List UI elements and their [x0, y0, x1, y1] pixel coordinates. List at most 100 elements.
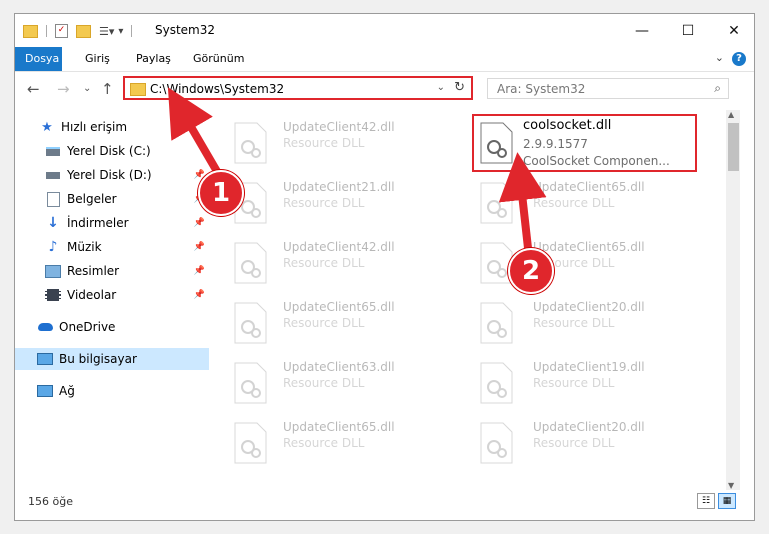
list-item[interactable]: UpdateClient65.dll Resource DLL — [471, 236, 701, 292]
scroll-up-icon[interactable]: ▲ — [728, 110, 734, 119]
file-name: UpdateClient65.dll — [533, 240, 645, 254]
customize-icon[interactable]: ☰▾ — [99, 25, 114, 38]
file-highlight-box — [472, 114, 697, 172]
pin-icon[interactable]: 📌 — [194, 266, 205, 276]
list-item[interactable]: UpdateClient20.dll Resource DLL — [471, 416, 701, 472]
sidebar-item-disk-d[interactable]: Yerel Disk (D:) 📌 — [15, 164, 209, 186]
pin-icon[interactable]: 📌 — [194, 242, 205, 252]
chevron-down-icon[interactable]: ⌄ — [715, 51, 724, 64]
file-name: UpdateClient42.dll — [283, 240, 395, 254]
file-name: UpdateClient19.dll — [533, 360, 645, 374]
search-placeholder: Ara: System32 — [497, 82, 586, 96]
file-name: UpdateClient65.dll — [283, 420, 395, 434]
sidebar-item-quick-access[interactable]: ★ Hızlı erişim — [15, 116, 209, 138]
list-item[interactable]: UpdateClient42.dll Resource DLL — [219, 236, 449, 292]
documents-icon — [45, 191, 61, 207]
dll-file-icon — [233, 122, 267, 164]
address-bar[interactable]: C:\Windows\System32 ⌄ ↻ — [123, 76, 473, 100]
explorer-window: ✓ ☰▾ ▾ System32 — ☐ ✕ Dosya Giriş Paylaş… — [14, 13, 755, 521]
sidebar-item-label: Resimler — [67, 264, 120, 278]
sidebar-item-bu-bilgisayar[interactable]: Bu bilgisayar — [15, 348, 209, 370]
sidebar-item-belgeler[interactable]: Belgeler 📌 — [15, 188, 209, 210]
sidebar-item-label: Ağ — [59, 384, 75, 398]
file-name: UpdateClient65.dll — [283, 300, 395, 314]
file-type: Resource DLL — [283, 436, 365, 450]
sidebar-item-onedrive[interactable]: OneDrive — [15, 316, 209, 338]
sidebar-item-label: Belgeler — [67, 192, 117, 206]
dll-file-icon — [479, 242, 513, 284]
file-type: Resource DLL — [283, 196, 365, 210]
separator — [46, 25, 47, 37]
tiles-view-icon[interactable]: ▦ — [718, 493, 736, 509]
navigation-bar: ← → ⌄ ↑ C:\Windows\System32 ⌄ ↻ Ara: Sys… — [15, 72, 754, 108]
forward-arrow-icon[interactable]: → — [57, 80, 70, 98]
file-name: UpdateClient20.dll — [533, 300, 645, 314]
quick-access-toolbar: ✓ ☰▾ ▾ — [23, 23, 133, 39]
sidebar-item-videolar[interactable]: Videolar 📌 — [15, 284, 209, 306]
drive-icon — [45, 144, 61, 158]
tab-giris[interactable]: Giriş — [75, 47, 120, 71]
drive-icon — [45, 168, 61, 182]
file-type: Resource DLL — [283, 256, 365, 270]
video-icon — [45, 288, 61, 302]
maximize-button[interactable]: ☐ — [665, 14, 711, 47]
separator — [131, 25, 133, 37]
tab-gorunum[interactable]: Görünüm — [183, 47, 254, 71]
up-arrow-icon[interactable]: ↑ — [101, 80, 114, 98]
file-type: Resource DLL — [533, 376, 615, 390]
back-arrow-icon[interactable]: ← — [27, 80, 40, 98]
ribbon: Dosya Giriş Paylaş Görünüm ⌄ ? — [15, 47, 754, 72]
sidebar-item-label: OneDrive — [59, 320, 116, 334]
tab-dosya[interactable]: Dosya — [15, 47, 62, 71]
new-folder-icon[interactable] — [76, 24, 91, 38]
refresh-icon[interactable]: ↻ — [454, 80, 465, 95]
sidebar-item-muzik[interactable]: ♪ Müzik 📌 — [15, 236, 209, 258]
recent-locations-icon[interactable]: ⌄ — [83, 83, 91, 94]
minimize-button[interactable]: — — [619, 14, 665, 47]
sidebar-item-label: Yerel Disk (D:) — [67, 168, 152, 182]
dll-file-icon — [479, 362, 513, 404]
folder-icon — [23, 24, 38, 38]
chevron-down-icon[interactable]: ▾ — [118, 26, 123, 37]
file-name: UpdateClient42.dll — [283, 120, 395, 134]
scroll-thumb[interactable] — [728, 123, 739, 171]
properties-icon[interactable]: ✓ — [55, 24, 68, 38]
sidebar-item-label: Müzik — [67, 240, 102, 254]
search-box[interactable]: Ara: System32 ⌕ — [487, 78, 729, 99]
list-item[interactable]: UpdateClient65.dll Resource DLL — [219, 296, 449, 352]
status-bar: 156 öğe ☷ ▦ — [15, 490, 754, 520]
list-item[interactable]: UpdateClient21.dll Resource DLL — [219, 176, 449, 232]
help-button[interactable]: ? — [732, 52, 746, 66]
item-count: 156 öğe — [28, 495, 73, 508]
sidebar-item-label: Bu bilgisayar — [59, 352, 137, 366]
dll-file-icon — [233, 302, 267, 344]
list-item[interactable]: UpdateClient65.dll Resource DLL — [219, 416, 449, 472]
sidebar-item-resimler[interactable]: Resimler 📌 — [15, 260, 209, 282]
list-item[interactable]: UpdateClient63.dll Resource DLL — [219, 356, 449, 412]
list-item[interactable]: UpdateClient65.dll Resource DLL — [471, 176, 701, 232]
sidebar-item-ag[interactable]: Ağ — [15, 380, 209, 402]
sidebar-item-disk-c[interactable]: Yerel Disk (C:) — [15, 140, 209, 162]
sidebar-item-label: Videolar — [67, 288, 117, 302]
dll-file-icon — [479, 422, 513, 464]
chevron-down-icon[interactable]: ⌄ — [437, 82, 445, 93]
cloud-icon — [37, 320, 53, 334]
file-name: UpdateClient63.dll — [283, 360, 395, 374]
tab-paylas[interactable]: Paylaş — [126, 47, 181, 71]
network-icon — [37, 384, 53, 398]
file-type: Resource DLL — [533, 436, 615, 450]
scroll-down-icon[interactable]: ▼ — [728, 481, 734, 490]
list-item[interactable]: UpdateClient20.dll Resource DLL — [471, 296, 701, 352]
close-button[interactable]: ✕ — [711, 14, 754, 47]
download-icon: ↓ — [47, 215, 59, 231]
pin-icon[interactable]: 📌 — [194, 218, 205, 228]
star-icon: ★ — [41, 119, 53, 135]
window-title: System32 — [155, 23, 216, 37]
pin-icon[interactable]: 📌 — [194, 290, 205, 300]
list-item[interactable]: UpdateClient19.dll Resource DLL — [471, 356, 701, 412]
navigation-pane: ★ Hızlı erişim Yerel Disk (C:) Yerel Dis… — [15, 110, 211, 490]
details-view-icon[interactable]: ☷ — [697, 493, 715, 509]
list-item[interactable]: UpdateClient42.dll Resource DLL — [219, 116, 449, 172]
vertical-scrollbar[interactable]: ▲ ▼ — [726, 110, 740, 490]
sidebar-item-indirmeler[interactable]: ↓ İndirmeler 📌 — [15, 212, 209, 234]
